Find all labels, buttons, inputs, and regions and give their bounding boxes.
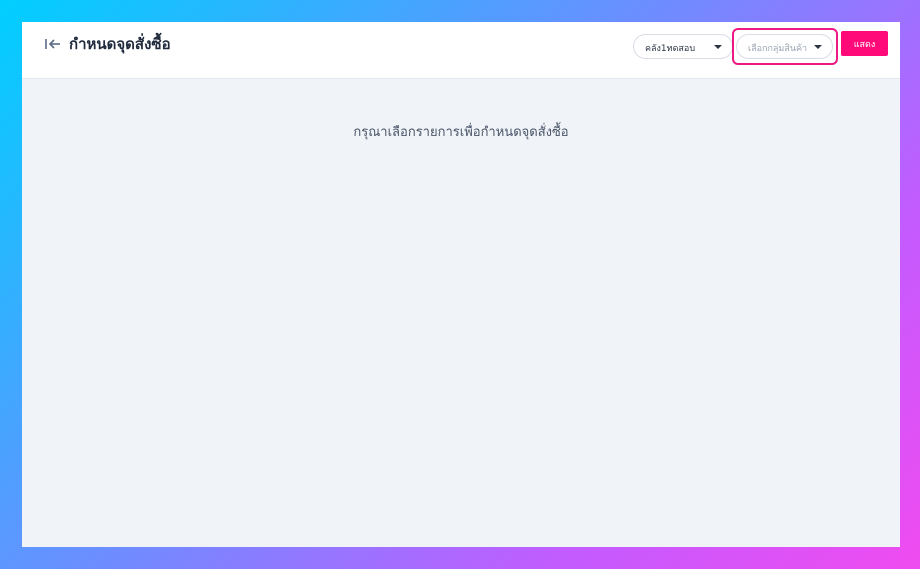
chevron-down-icon (814, 45, 822, 49)
empty-state-message: กรุณาเลือกรายการเพื่อกำหนดจุดสั่งซื้อ (353, 125, 569, 140)
warehouse-select-value: คลัง1ทดสอบ (645, 44, 696, 54)
collapse-left-arrow-icon[interactable] (44, 36, 62, 52)
product-group-placeholder: เลือกกลุ่มสินค้า (748, 44, 808, 54)
product-group-select[interactable]: เลือกกลุ่มสินค้า (736, 34, 833, 59)
show-button[interactable]: แสดง (841, 31, 888, 56)
warehouse-select[interactable]: คลัง1ทดสอบ (633, 34, 733, 59)
top-toolbar: กำหนดจุดสั่งซื้อ คลัง1ทดสอบ เลือกกลุ่มสิ… (22, 22, 900, 79)
page-title: กำหนดจุดสั่งซื้อ (69, 35, 171, 53)
app-window: กำหนดจุดสั่งซื้อ คลัง1ทดสอบ เลือกกลุ่มสิ… (22, 22, 900, 547)
chevron-down-icon (714, 45, 722, 49)
